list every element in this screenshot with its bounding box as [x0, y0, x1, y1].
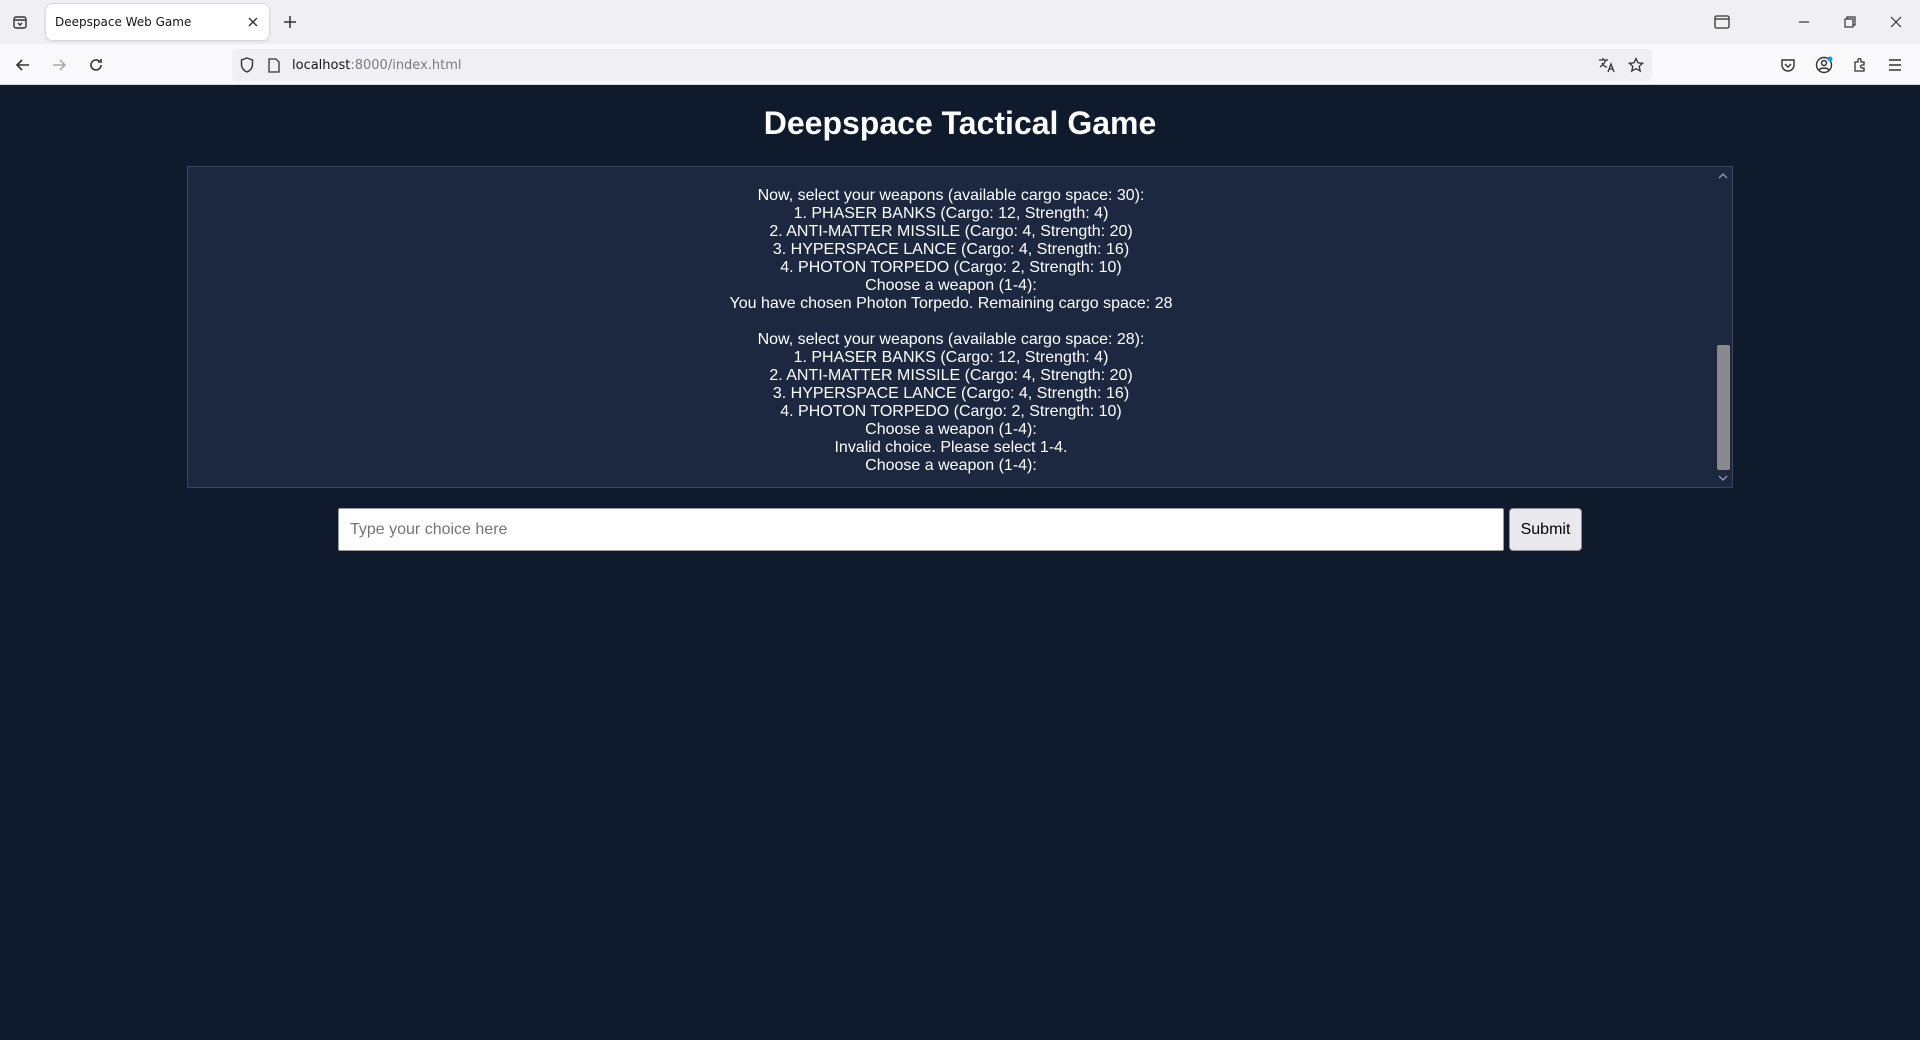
pocket-icon[interactable] — [1775, 52, 1801, 78]
log-line: 3. HYPERSPACE LANCE (Cargo: 4, Strength:… — [772, 241, 1130, 258]
log-line: 1. PHASER BANKS (Cargo: 12, Strength: 4) — [793, 205, 1109, 222]
address-bar[interactable]: localhost:8000/index.html — [232, 49, 1652, 81]
log-line: Choose a weapon (1-4): — [865, 277, 1037, 294]
new-tab-icon[interactable] — [280, 12, 300, 32]
forward-arrow-icon[interactable] — [46, 52, 72, 78]
log-scrollbar[interactable] — [1714, 167, 1732, 487]
scroll-up-arrow-icon[interactable] — [1717, 170, 1729, 182]
log-line: You have chosen Photon Torpedo. Remainin… — [729, 295, 1173, 312]
browser-tab-bar: Deepspace Web Game — [0, 0, 1920, 44]
log-line: 2. ANTI-MATTER MISSILE (Cargo: 4, Streng… — [769, 223, 1133, 240]
log-line: Invalid choice. Please select 1-4. — [834, 439, 1068, 456]
log-line: 1. PHASER BANKS (Cargo: 12, Strength: 4) — [793, 349, 1109, 366]
log-content: Now, select your weapons (available carg… — [188, 187, 1714, 475]
game-page: Deepspace Tactical Game Now, select your… — [0, 85, 1920, 1040]
account-icon[interactable] — [1811, 52, 1837, 78]
close-window-icon[interactable] — [1884, 10, 1908, 34]
log-line: 4. PHOTON TORPEDO (Cargo: 2, Strength: 1… — [780, 403, 1122, 420]
tracking-protection-shield-icon[interactable] — [238, 56, 256, 74]
log-spacer — [188, 313, 1714, 331]
browser-nav-bar: localhost:8000/index.html — [0, 44, 1920, 85]
translate-icon[interactable] — [1598, 56, 1616, 74]
choice-input[interactable] — [338, 508, 1504, 551]
log-line: Choose a weapon (1-4): — [865, 421, 1037, 438]
page-info-icon[interactable] — [265, 56, 283, 74]
url-text[interactable]: localhost:8000/index.html — [292, 58, 462, 73]
minimize-icon[interactable] — [1792, 10, 1816, 34]
scroll-thumb[interactable] — [1717, 345, 1730, 470]
reload-icon[interactable] — [83, 52, 109, 78]
scroll-down-arrow-icon[interactable] — [1717, 472, 1729, 484]
list-all-tabs-icon[interactable] — [8, 10, 32, 34]
game-output-log[interactable]: Now, select your weapons (available carg… — [187, 166, 1733, 488]
tab-title: Deepspace Web Game — [55, 15, 192, 29]
menu-hamburger-icon[interactable] — [1882, 52, 1908, 78]
picture-in-picture-icon[interactable] — [1710, 10, 1734, 34]
submit-button[interactable]: Submit — [1509, 508, 1582, 551]
log-line: 4. PHOTON TORPEDO (Cargo: 2, Strength: 1… — [780, 259, 1122, 276]
log-line: Choose a weapon (1-4): — [865, 457, 1037, 474]
restore-icon[interactable] — [1838, 10, 1862, 34]
log-line: 3. HYPERSPACE LANCE (Cargo: 4, Strength:… — [772, 385, 1130, 402]
back-arrow-icon[interactable] — [10, 52, 36, 78]
bookmark-star-icon[interactable] — [1627, 56, 1645, 74]
url-path: :8000/index.html — [350, 58, 462, 73]
log-line: Now, select your weapons (available carg… — [757, 187, 1145, 204]
active-tab[interactable]: Deepspace Web Game — [46, 4, 269, 40]
url-host: localhost — [292, 58, 351, 73]
tab-close-icon[interactable] — [245, 14, 261, 30]
page-title: Deepspace Tactical Game — [763, 105, 1157, 141]
log-line: Now, select your weapons (available carg… — [757, 331, 1145, 348]
log-line: 2. ANTI-MATTER MISSILE (Cargo: 4, Streng… — [769, 367, 1133, 384]
extensions-icon[interactable] — [1847, 52, 1873, 78]
